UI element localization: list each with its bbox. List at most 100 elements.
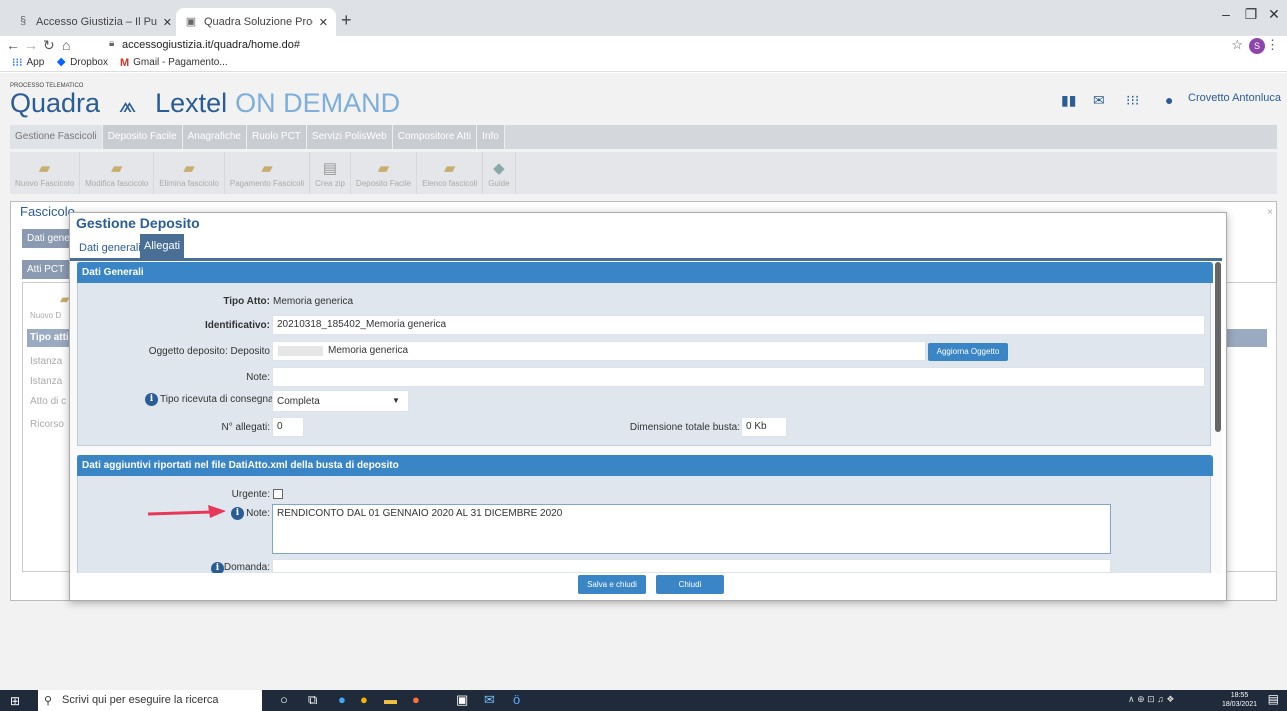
- mail-icon[interactable]: ✉: [484, 692, 495, 708]
- menu-compositore-atti[interactable]: Compositore Atti: [392, 125, 478, 149]
- aggiorna-oggetto-button[interactable]: Aggiorna Oggetto: [928, 343, 1008, 361]
- tab-title: Accesso Giustizia – Il Punto di Ac: [36, 16, 157, 28]
- mail-notification-icon[interactable]: ✉: [1093, 92, 1105, 109]
- bookmark-star-icon[interactable]: ☆: [1231, 37, 1243, 53]
- browser-tab[interactable]: § Accesso Giustizia – Il Punto di Ac ✕: [8, 8, 180, 36]
- close-tab-icon[interactable]: ✕: [163, 16, 172, 29]
- bookmark-dropbox[interactable]: ❖ Dropbox: [56, 56, 108, 69]
- info-icon[interactable]: i: [145, 393, 158, 406]
- back-icon[interactable]: ←: [6, 36, 20, 54]
- user-icon[interactable]: ●: [1165, 92, 1173, 108]
- task-view-icon[interactable]: ⧉: [308, 692, 317, 708]
- tipo-atto-value: Memoria generica: [273, 296, 354, 307]
- lextel-logo-icon: ⩕: [118, 92, 137, 117]
- note2-label: Note:: [246, 508, 270, 519]
- table-row[interactable]: Istanza: [30, 356, 62, 367]
- bookmark-label: App: [26, 57, 45, 68]
- folder-add-icon: ▰: [38, 159, 51, 177]
- tipo-ricevuta-value: Completa: [277, 396, 320, 407]
- tab-dati-generali-bg[interactable]: Dati gene: [22, 229, 75, 248]
- film-icon[interactable]: ▮▮: [1061, 92, 1076, 109]
- minimize-icon[interactable]: –: [1216, 6, 1236, 22]
- domanda-field[interactable]: [272, 559, 1111, 573]
- file-explorer-icon[interactable]: ▬: [384, 692, 397, 707]
- new-tab-icon[interactable]: +: [341, 10, 352, 31]
- bookmarks-bar: ⁝⁝⁝ App ❖ Dropbox M Gmail - Pagamento...: [0, 54, 1287, 72]
- toolbar-nuovo-fascicolo[interactable]: ▰ Nuovo Fascicolo: [10, 152, 81, 194]
- close-tab-icon[interactable]: ✕: [319, 16, 328, 29]
- table-row[interactable]: Ricorso: [30, 419, 64, 430]
- lock-icon[interactable]: 🔒︎: [109, 38, 119, 49]
- menu-kebab-icon[interactable]: ⋮: [1266, 37, 1279, 53]
- folder-edit-icon: ▰: [110, 159, 123, 177]
- table-row[interactable]: Istanza: [30, 376, 62, 387]
- dimensione-label: Dimensione totale busta:: [629, 422, 740, 433]
- app-icon[interactable]: ö: [513, 692, 520, 707]
- identificativo-label: Identificativo:: [204, 320, 270, 331]
- note-field[interactable]: [272, 367, 1205, 387]
- home-icon[interactable]: ⌂: [62, 36, 70, 54]
- identificativo-field[interactable]: 20210318_185402_Memoria generica: [272, 315, 1205, 335]
- apps-grid-icon[interactable]: ⁝⁝⁝: [1126, 92, 1139, 109]
- bookmark-apps[interactable]: ⁝⁝⁝ App: [12, 56, 44, 69]
- urgente-checkbox[interactable]: [273, 489, 283, 499]
- menu-gestione-fascicoli[interactable]: Gestione Fascicoli: [10, 125, 103, 149]
- toolbar-guide[interactable]: ◆ Guide: [483, 152, 516, 194]
- chrome-icon[interactable]: ●: [360, 692, 368, 707]
- oggetto-deposito-field[interactable]: Memoria generica: [272, 341, 926, 361]
- firefox-icon[interactable]: ●: [412, 692, 420, 707]
- maximize-icon[interactable]: ❐: [1241, 6, 1261, 23]
- dialog-scrollbar[interactable]: [1215, 262, 1221, 432]
- tab-title: Quadra Soluzione Processo Tele: [204, 16, 313, 28]
- gmail-icon: M: [119, 56, 130, 69]
- bookmark-label: Gmail - Pagamento...: [133, 57, 228, 68]
- user-name[interactable]: Crovetto Antonluca: [1188, 92, 1281, 104]
- tab-dati-generali[interactable]: Dati generali: [76, 238, 144, 258]
- toolbar-deposito-facile[interactable]: ▰ Deposito Facile: [351, 152, 418, 194]
- reload-icon[interactable]: ↻: [43, 36, 55, 54]
- table-row[interactable]: Atto di c: [30, 396, 66, 407]
- bookmark-gmail[interactable]: M Gmail - Pagamento...: [120, 57, 228, 69]
- brand-on-demand: ON DEMAND: [235, 88, 401, 118]
- close-window-icon[interactable]: ✕: [1264, 6, 1284, 23]
- menu-deposito-facile[interactable]: Deposito Facile: [102, 125, 183, 149]
- panel-close-icon[interactable]: ×: [1267, 207, 1273, 218]
- taskbar-search[interactable]: Scrivi qui per eseguire la ricerca: [38, 690, 262, 711]
- cortana-icon[interactable]: ○: [280, 692, 288, 707]
- toolbar-elimina-fascicolo[interactable]: ▰ Elimina fascicolo: [154, 152, 225, 194]
- browser-tab-active[interactable]: ▣ Quadra Soluzione Processo Tele ✕: [176, 8, 336, 36]
- dropdown-caret-icon[interactable]: ▼: [392, 396, 400, 405]
- folder-delete-icon: ▰: [183, 159, 195, 177]
- menu-anagrafiche[interactable]: Anagrafiche: [182, 125, 247, 149]
- toolbar-modifica-fascicolo[interactable]: ▰ Modifica fascicolo: [80, 152, 155, 194]
- nuovo-deposito-label[interactable]: Nuovo D: [30, 311, 61, 320]
- toolbar-crea-zip[interactable]: ▤ Crea zip: [310, 152, 351, 194]
- taskbar-clock[interactable]: 18:55 18/03/2021: [1222, 691, 1257, 709]
- store-icon[interactable]: ▣: [456, 692, 468, 708]
- tab-allegati[interactable]: Allegati: [140, 234, 185, 258]
- tipo-ricevuta-select[interactable]: Completa: [272, 390, 409, 412]
- edge-icon[interactable]: ●: [338, 692, 346, 707]
- toolbar-label: Nuovo Fascicolo: [15, 178, 75, 188]
- profile-avatar[interactable]: S: [1249, 38, 1265, 54]
- salva-e-chiudi-button[interactable]: Salva e chiudi: [578, 575, 646, 594]
- red-arrow-annotation: [148, 505, 226, 518]
- brand-lextel: Lextel: [155, 88, 228, 118]
- system-tray[interactable]: ∧ ⊕ ⊡ ♫ ❖: [1128, 694, 1175, 705]
- toolbar-pagamento-fascicoli[interactable]: ▰ Pagamento Fascicoli: [225, 152, 311, 194]
- notifications-icon[interactable]: ▤: [1268, 692, 1279, 706]
- toolbar-elenco-fascicoli[interactable]: ▰ Elenco fascicoli: [417, 152, 484, 194]
- domanda-label: Domanda:: [223, 562, 270, 573]
- windows-start-icon[interactable]: ⊞: [10, 694, 20, 708]
- menu-info[interactable]: Info: [477, 125, 505, 149]
- dropbox-icon: ❖: [56, 57, 67, 69]
- dialog-title: Gestione Deposito: [76, 215, 200, 231]
- chiudi-button[interactable]: Chiudi: [656, 575, 724, 594]
- menu-servizi-polisweb[interactable]: Servizi PolisWeb: [306, 125, 393, 149]
- toolbar-label: Deposito Facile: [355, 178, 412, 188]
- tab-atti-pct[interactable]: Atti PCT: [22, 260, 70, 279]
- forward-icon[interactable]: →: [24, 36, 38, 54]
- menu-ruolo-pct[interactable]: Ruolo PCT: [247, 125, 307, 149]
- url-field[interactable]: accessogiustizia.it/quadra/home.do#: [122, 36, 300, 54]
- note2-textarea[interactable]: RENDICONTO DAL 01 GENNAIO 2020 AL 31 DIC…: [272, 504, 1111, 554]
